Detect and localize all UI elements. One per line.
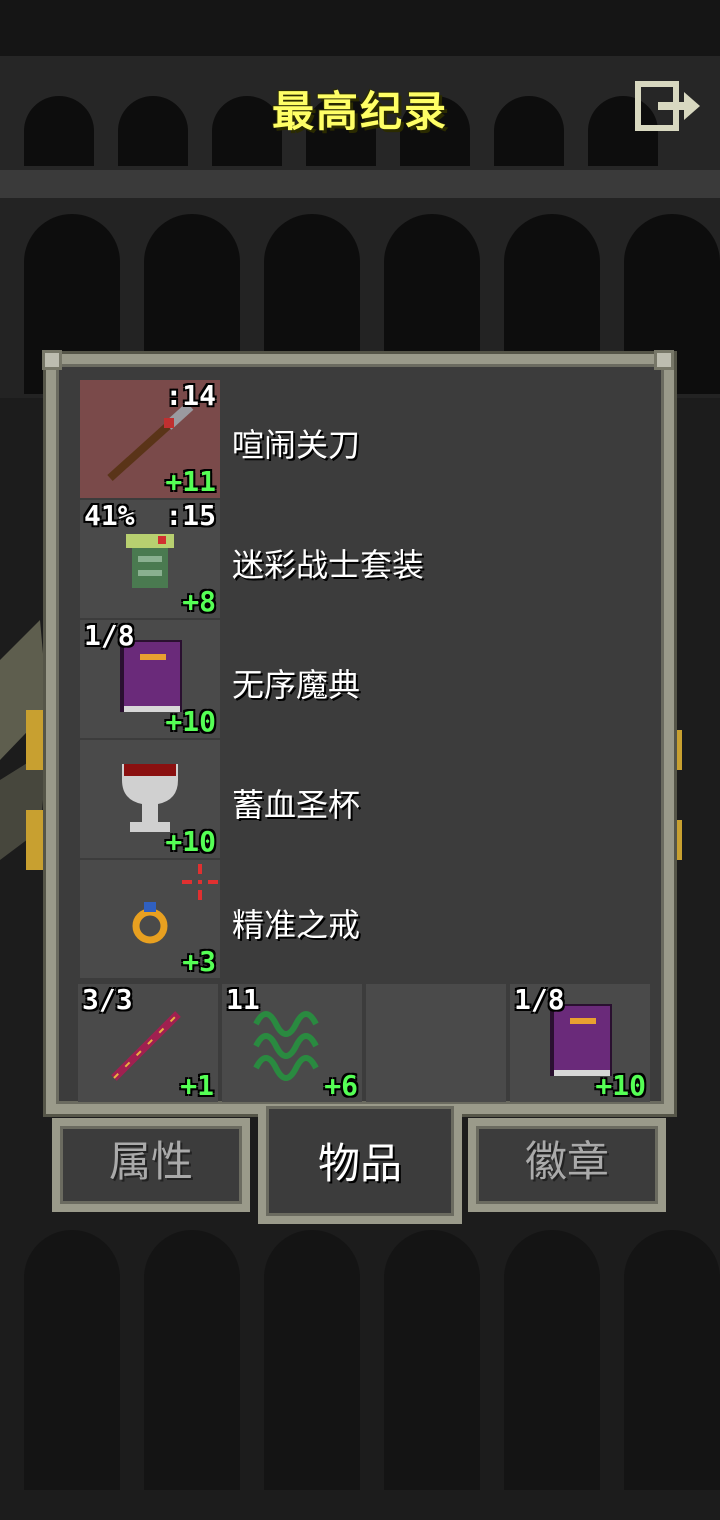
item-name: 迷彩战士套装 [232, 546, 425, 584]
crosshair-icon [182, 864, 218, 900]
tab-stats[interactable]: 属性 [52, 1118, 250, 1212]
item-name: 无序魔典 [232, 666, 361, 704]
durability-percent: 41% [84, 499, 135, 532]
item-level: :15 [165, 499, 216, 532]
item-name: 蓄血圣杯 [232, 786, 361, 824]
upgrade-level: +6 [324, 1069, 358, 1102]
tab-label: 物品 [317, 1139, 402, 1188]
item-slot[interactable]: :14 +11 [80, 380, 220, 498]
tab-label: 徽章 [524, 1137, 609, 1186]
list-item[interactable]: 41% :15 +8 迷彩战士套装 [72, 500, 654, 618]
list-item[interactable]: +10 蓄血圣杯 [72, 740, 654, 858]
item-slot[interactable]: 41% :15 +8 [80, 500, 220, 618]
upgrade-level: +1 [180, 1069, 214, 1102]
item-list: :14 +11 喧闹关刀 41% :15 +8 迷彩战士套装 1/8 +10 无… [72, 380, 654, 980]
charge-count: 3/3 [82, 983, 133, 1016]
quickslot[interactable]: 1/8 +10 [510, 984, 650, 1102]
window-corner [42, 350, 62, 370]
upgrade-level: +8 [182, 585, 216, 618]
list-item[interactable]: :14 +11 喧闹关刀 [72, 380, 654, 498]
quickslot[interactable]: 11 +6 [222, 984, 362, 1102]
quickslot[interactable]: 3/3 +1 [78, 984, 218, 1102]
charge-count: 1/8 [84, 619, 135, 652]
page-title: 最高纪录 [271, 87, 448, 136]
item-slot[interactable]: +3 [80, 860, 220, 978]
upgrade-level: +3 [182, 945, 216, 978]
list-item[interactable]: +3 精准之戒 [72, 860, 654, 978]
upgrade-level: +11 [165, 465, 216, 498]
tab-badges[interactable]: 徽章 [468, 1118, 666, 1212]
tab-items[interactable]: 物品 [258, 1106, 462, 1224]
exit-button[interactable] [632, 78, 704, 134]
upgrade-level: +10 [165, 825, 216, 858]
item-count: 11 [226, 983, 260, 1016]
item-name: 精准之戒 [232, 906, 361, 944]
quickslot-bar: 3/3 +1 11 +6 1/8 +10 [64, 984, 650, 1102]
charge-count: 1/8 [514, 983, 565, 1016]
upgrade-level: +10 [595, 1069, 646, 1102]
upgrade-level: +10 [165, 705, 216, 738]
exit-icon [635, 81, 700, 131]
item-name: 喧闹关刀 [232, 426, 361, 464]
records-window: :14 +11 喧闹关刀 41% :15 +8 迷彩战士套装 1/8 +10 无… [46, 354, 674, 1114]
item-level: :14 [165, 379, 216, 412]
list-item[interactable]: 1/8 +10 无序魔典 [72, 620, 654, 738]
tab-label: 属性 [108, 1137, 193, 1186]
item-slot[interactable]: 1/8 +10 [80, 620, 220, 738]
item-slot[interactable]: +10 [80, 740, 220, 858]
window-corner [654, 350, 674, 370]
quickslot-empty[interactable] [366, 984, 506, 1102]
